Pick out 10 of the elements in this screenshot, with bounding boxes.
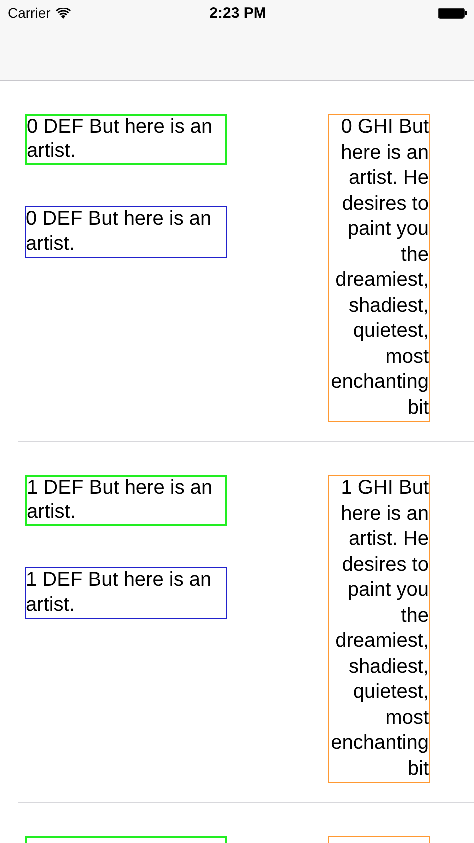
text-label: 0 GHI But here is an artist. He desires to paint you the dreamiest, shadiest, quietest, most enchanting bit — [328, 114, 430, 422]
battery-icon — [438, 8, 468, 18]
text-label: 1 DEF But here is an artist. — [25, 475, 227, 526]
status-time: 2:23 PM — [210, 4, 266, 22]
text-label: 0 DEF But here is an artist. — [25, 114, 227, 165]
text-label: 1 GHI But here is an artist. He desires to paint you the dreamiest, shadiest, quietest, most enchanting bit — [328, 475, 430, 783]
wifi-icon — [56, 8, 71, 18]
carrier-name: Carrier — [8, 5, 51, 21]
text-label: 1 DEF But here is an artist. — [25, 567, 227, 619]
text-label: 0 DEF But here is an artist. — [25, 206, 227, 258]
